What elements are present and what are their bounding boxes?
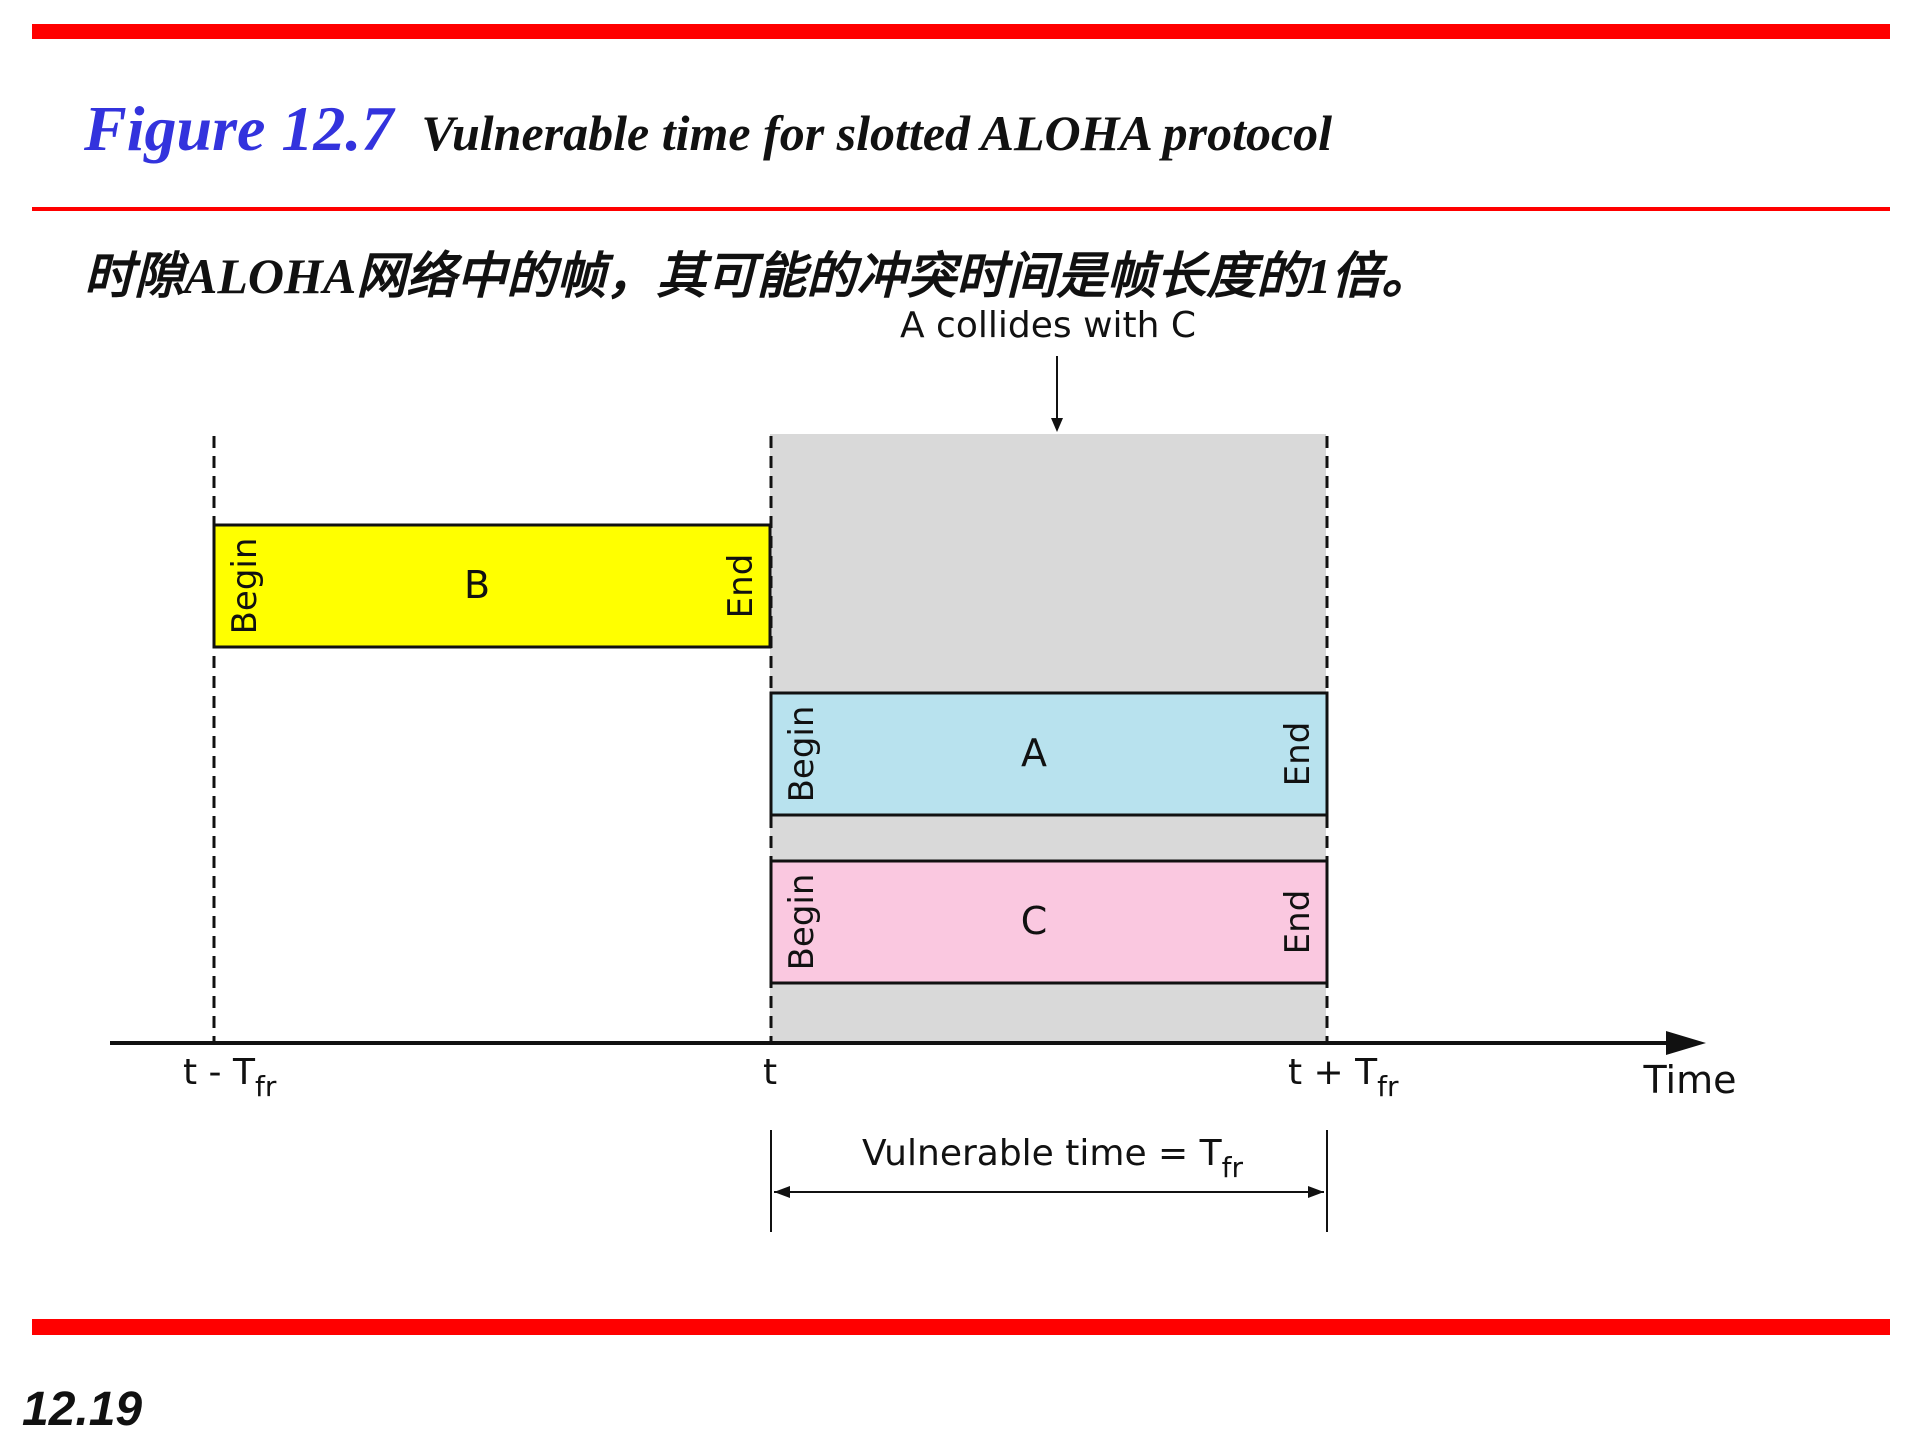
vulnerable-span-arrow-right [1308, 1186, 1324, 1198]
time-axis-label: Time [1643, 1058, 1737, 1102]
bottom-rule [32, 1319, 1890, 1335]
frame-c-end-label: End [1278, 890, 1318, 955]
tick-label-t-plus-tfr-sub: fr [1377, 1070, 1399, 1103]
page-number: 12.19 [22, 1383, 143, 1436]
frame-a-begin-label: Begin [782, 706, 822, 803]
slotted-aloha-diagram: A collides with C Begin B End Begin A En… [110, 305, 1737, 1232]
slide: Figure 12.7 Vulnerable time for slotted A… [0, 0, 1920, 1440]
frame-a-name: A [1021, 731, 1047, 775]
frame-c-begin-label: Begin [782, 874, 822, 971]
vulnerable-time-label-sub: fr [1222, 1151, 1244, 1184]
tick-label-t-minus-tfr: t - Tfr [183, 1052, 277, 1103]
tick-label-t: t [763, 1052, 777, 1093]
frame-a-end-label: End [1278, 722, 1318, 787]
collision-annotation: A collides with C [900, 305, 1196, 346]
tick-label-t-minus-tfr-base: t - T [183, 1052, 256, 1093]
frame-c-name: C [1021, 899, 1048, 943]
frame-b-begin-label: Begin [225, 538, 265, 635]
vulnerable-time-label-base: Vulnerable time = T [862, 1133, 1223, 1174]
frame-c [769, 859, 1329, 985]
frame-b-name: B [464, 563, 490, 607]
tick-label-t-plus-tfr: t + Tfr [1288, 1052, 1399, 1103]
frame-b [212, 523, 772, 649]
vulnerable-time-label: Vulnerable time = Tfr [862, 1133, 1244, 1184]
tick-label-t-minus-tfr-sub: fr [255, 1070, 277, 1103]
tick-label-t-plus-tfr-base: t + T [1288, 1052, 1378, 1093]
vulnerable-span-arrow-left [774, 1186, 790, 1198]
annotation-arrowhead [1051, 418, 1063, 432]
time-axis-arrowhead [1666, 1031, 1706, 1055]
frame-a [769, 691, 1329, 817]
frame-b-end-label: End [721, 554, 761, 619]
